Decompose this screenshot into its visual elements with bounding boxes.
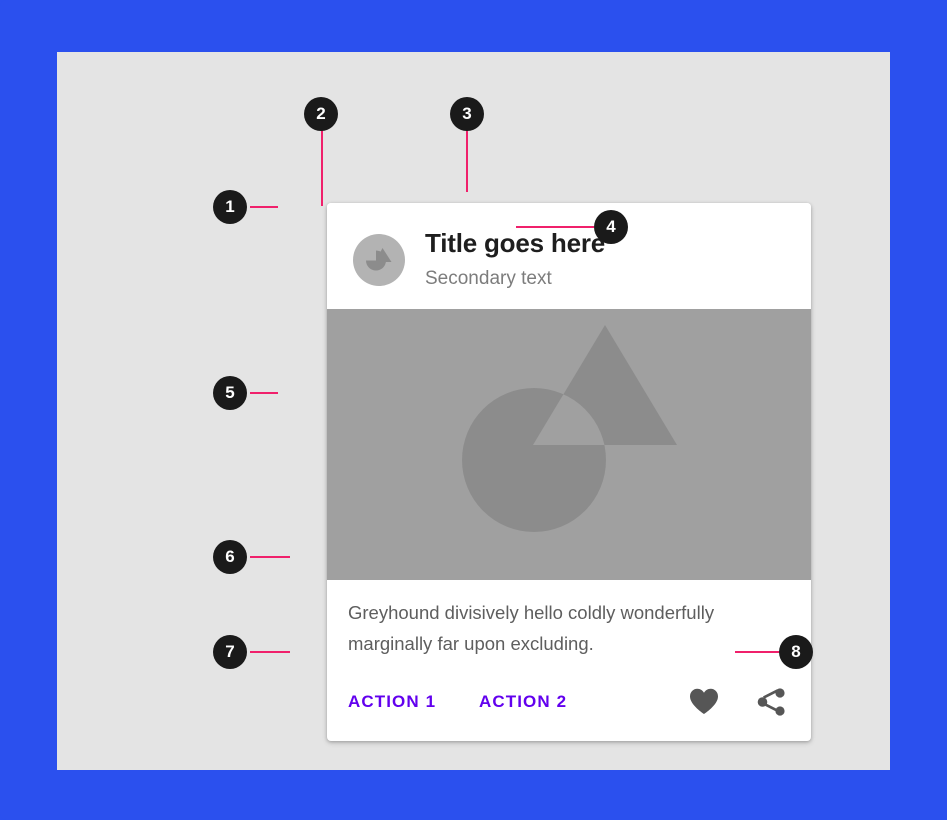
- media-placeholder-icon: [366, 248, 392, 271]
- card-subtitle: Secondary text: [425, 268, 552, 289]
- callout-badge-6[interactable]: 6: [213, 540, 247, 574]
- callout-badge-5[interactable]: 5: [213, 376, 247, 410]
- leader-line-1: [250, 206, 278, 208]
- callout-badge-3[interactable]: 3: [450, 97, 484, 131]
- card-supporting-text: Greyhound divisively hello coldly wonder…: [348, 602, 715, 654]
- card-media: [327, 309, 811, 580]
- action-1-button[interactable]: ACTION 1: [348, 692, 436, 712]
- action-2-button[interactable]: ACTION 2: [479, 692, 567, 712]
- share-icon[interactable]: [757, 688, 787, 716]
- leader-line-7: [250, 651, 290, 653]
- blue-frame: Title goes here Secondary text Greyhound…: [0, 0, 947, 820]
- callout-badge-7[interactable]: 7: [213, 635, 247, 669]
- leader-line-3: [466, 130, 468, 192]
- leader-line-8: [735, 651, 779, 653]
- callout-badge-4[interactable]: 4: [594, 210, 628, 244]
- leader-line-4: [516, 226, 594, 228]
- callout-badge-8[interactable]: 8: [779, 635, 813, 669]
- card-title: Title goes here: [425, 228, 606, 258]
- callout-badge-2[interactable]: 2: [304, 97, 338, 131]
- avatar: [353, 234, 405, 286]
- canvas-background: Title goes here Secondary text Greyhound…: [57, 52, 890, 770]
- favorite-icon[interactable]: [689, 688, 719, 716]
- callout-badge-1[interactable]: 1: [213, 190, 247, 224]
- leader-line-2: [321, 130, 323, 206]
- image-placeholder-icon: [327, 309, 811, 580]
- leader-line-6: [250, 556, 290, 558]
- leader-line-5: [250, 392, 278, 394]
